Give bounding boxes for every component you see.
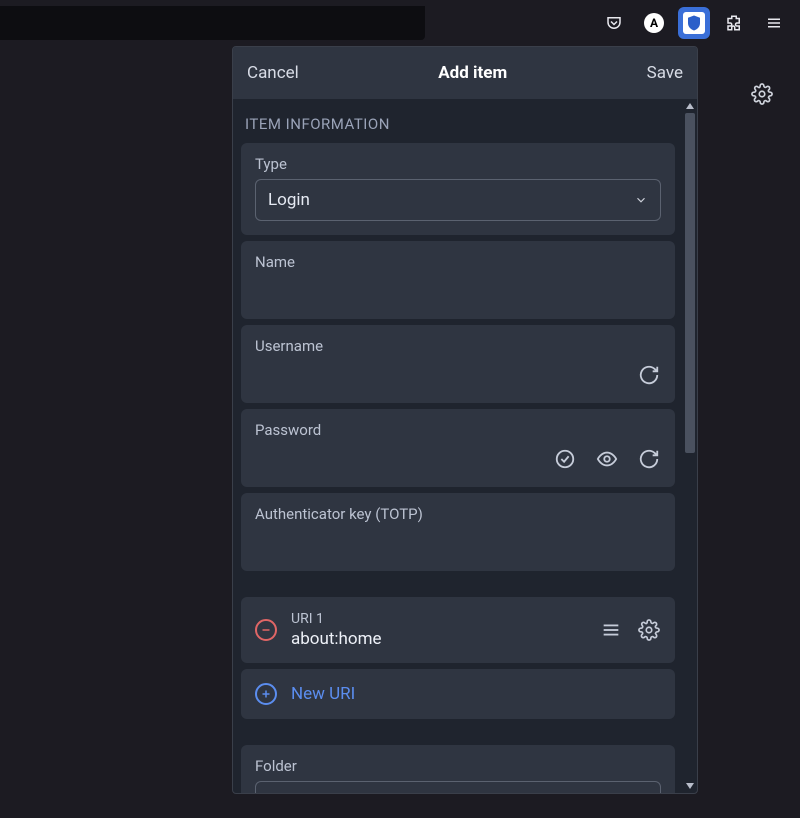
check-password-icon[interactable] — [553, 447, 577, 471]
account-avatar[interactable]: A — [638, 7, 670, 39]
cancel-button[interactable]: Cancel — [247, 63, 299, 83]
toolbar-icons: A — [598, 7, 800, 39]
new-uri-button[interactable]: New URI — [241, 669, 675, 719]
totp-card: Authenticator key (TOTP) — [241, 493, 675, 571]
panel-title: Add item — [438, 63, 507, 83]
save-button[interactable]: Save — [647, 63, 683, 83]
extensions-icon[interactable] — [718, 7, 750, 39]
password-card: Password — [241, 409, 675, 487]
page-settings-gear-icon[interactable] — [748, 80, 776, 108]
type-label: Type — [255, 155, 661, 173]
scrollbar-thumb[interactable] — [685, 113, 695, 453]
folder-label: Folder — [255, 757, 661, 775]
name-input[interactable] — [255, 277, 661, 305]
type-select[interactable]: Login — [255, 179, 661, 221]
folder-card: Folder No folder — [241, 745, 675, 793]
pocket-icon[interactable] — [598, 7, 630, 39]
scroll-down-arrow[interactable] — [683, 779, 697, 793]
new-uri-label: New URI — [291, 684, 355, 704]
toggle-visibility-icon[interactable] — [595, 447, 619, 471]
username-icons — [637, 363, 661, 387]
remove-uri-button[interactable] — [255, 619, 277, 641]
password-label: Password — [255, 421, 661, 439]
uri-card: URI 1 about:home — [241, 597, 675, 663]
username-input[interactable] — [255, 361, 661, 389]
chevron-down-icon — [634, 193, 648, 207]
generate-username-icon[interactable] — [637, 363, 661, 387]
browser-toolbar: A — [0, 0, 800, 46]
uri-match-options-icon[interactable] — [599, 618, 623, 642]
uri-settings-gear-icon[interactable] — [637, 618, 661, 642]
avatar-letter: A — [644, 13, 664, 33]
totp-label: Authenticator key (TOTP) — [255, 505, 661, 523]
plus-icon — [255, 683, 277, 705]
type-select-value: Login — [268, 190, 310, 210]
name-card: Name — [241, 241, 675, 319]
section-item-information: ITEM INFORMATION — [241, 99, 675, 143]
scrollbar[interactable] — [683, 99, 697, 793]
folder-select[interactable]: No folder — [255, 781, 661, 793]
type-card: Type Login — [241, 143, 675, 235]
uri-text[interactable]: URI 1 about:home — [291, 611, 585, 649]
panel-header: Cancel Add item Save — [233, 47, 697, 99]
username-card: Username — [241, 325, 675, 403]
panel-body: ITEM INFORMATION Type Login Name Usernam… — [233, 99, 697, 793]
totp-input[interactable] — [255, 529, 661, 557]
scroll-up-arrow[interactable] — [683, 99, 697, 113]
hamburger-menu-icon[interactable] — [758, 7, 790, 39]
scroll-area[interactable]: ITEM INFORMATION Type Login Name Usernam… — [233, 99, 683, 793]
folder-select-value: No folder — [268, 792, 338, 793]
name-label: Name — [255, 253, 661, 271]
bitwarden-extension-icon[interactable] — [678, 7, 710, 39]
bitwarden-popup-panel: Cancel Add item Save ITEM INFORMATION Ty… — [232, 46, 698, 794]
username-label: Username — [255, 337, 661, 355]
uri-label: URI 1 — [291, 611, 585, 627]
password-icons — [553, 447, 661, 471]
url-bar-area — [0, 6, 425, 40]
uri-value: about:home — [291, 629, 585, 649]
generate-password-icon[interactable] — [637, 447, 661, 471]
